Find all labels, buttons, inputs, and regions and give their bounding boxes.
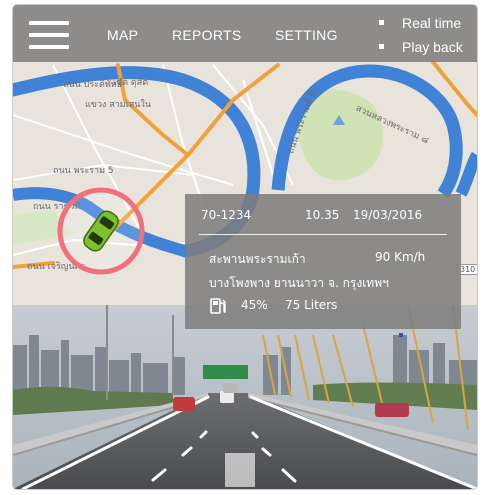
- bullet-icon: [379, 19, 384, 25]
- vehicle-marker[interactable]: [54, 184, 148, 278]
- map-label: แขวง สามเสนใน: [85, 100, 152, 110]
- mode-real-time[interactable]: Real time: [379, 15, 461, 31]
- bullet-icon: [379, 43, 384, 49]
- hamburger-menu-icon[interactable]: [29, 21, 69, 49]
- mode-play-back-label: Play back: [402, 39, 463, 55]
- map-label: เขต ดุสิต: [113, 78, 149, 88]
- address-text: บางโพงพาง ยานนาวา จ. กรุงเทพฯ: [209, 276, 389, 290]
- plate-number: 70-1234: [201, 208, 252, 222]
- fuel-percent: 45%: [241, 298, 268, 312]
- speed-value: 90 Km/h: [375, 250, 426, 264]
- nav-setting[interactable]: SETTING: [275, 27, 338, 43]
- app-frame: ถนน ประดิพัทธิ์ แขวง สามเสนใน เขต ดุสิต …: [13, 5, 477, 489]
- mode-real-time-label: Real time: [402, 15, 462, 31]
- mode-play-back[interactable]: Play back: [379, 39, 463, 55]
- date-value: 19/03/2016: [353, 208, 423, 222]
- divider: [199, 234, 447, 235]
- fuel-liters: 75 Liters: [285, 298, 338, 312]
- street-view-photo: [13, 305, 477, 489]
- time-value: 10.35: [305, 208, 340, 222]
- fuel-pump-icon: [210, 298, 226, 314]
- nav-reports[interactable]: REPORTS: [172, 27, 242, 43]
- location-name: สะพานพระรามเก้า: [209, 252, 306, 266]
- nav-map[interactable]: MAP: [107, 27, 138, 43]
- street-view-canvas: [13, 305, 477, 489]
- map-label: ถนน พระราม 5: [53, 166, 114, 176]
- top-navigation-bar: MAP REPORTS SETTING Real time Play back: [13, 5, 477, 62]
- vehicle-info-panel: 70-1234 10.35 19/03/2016 สะพานพระรามเก้า…: [185, 194, 461, 329]
